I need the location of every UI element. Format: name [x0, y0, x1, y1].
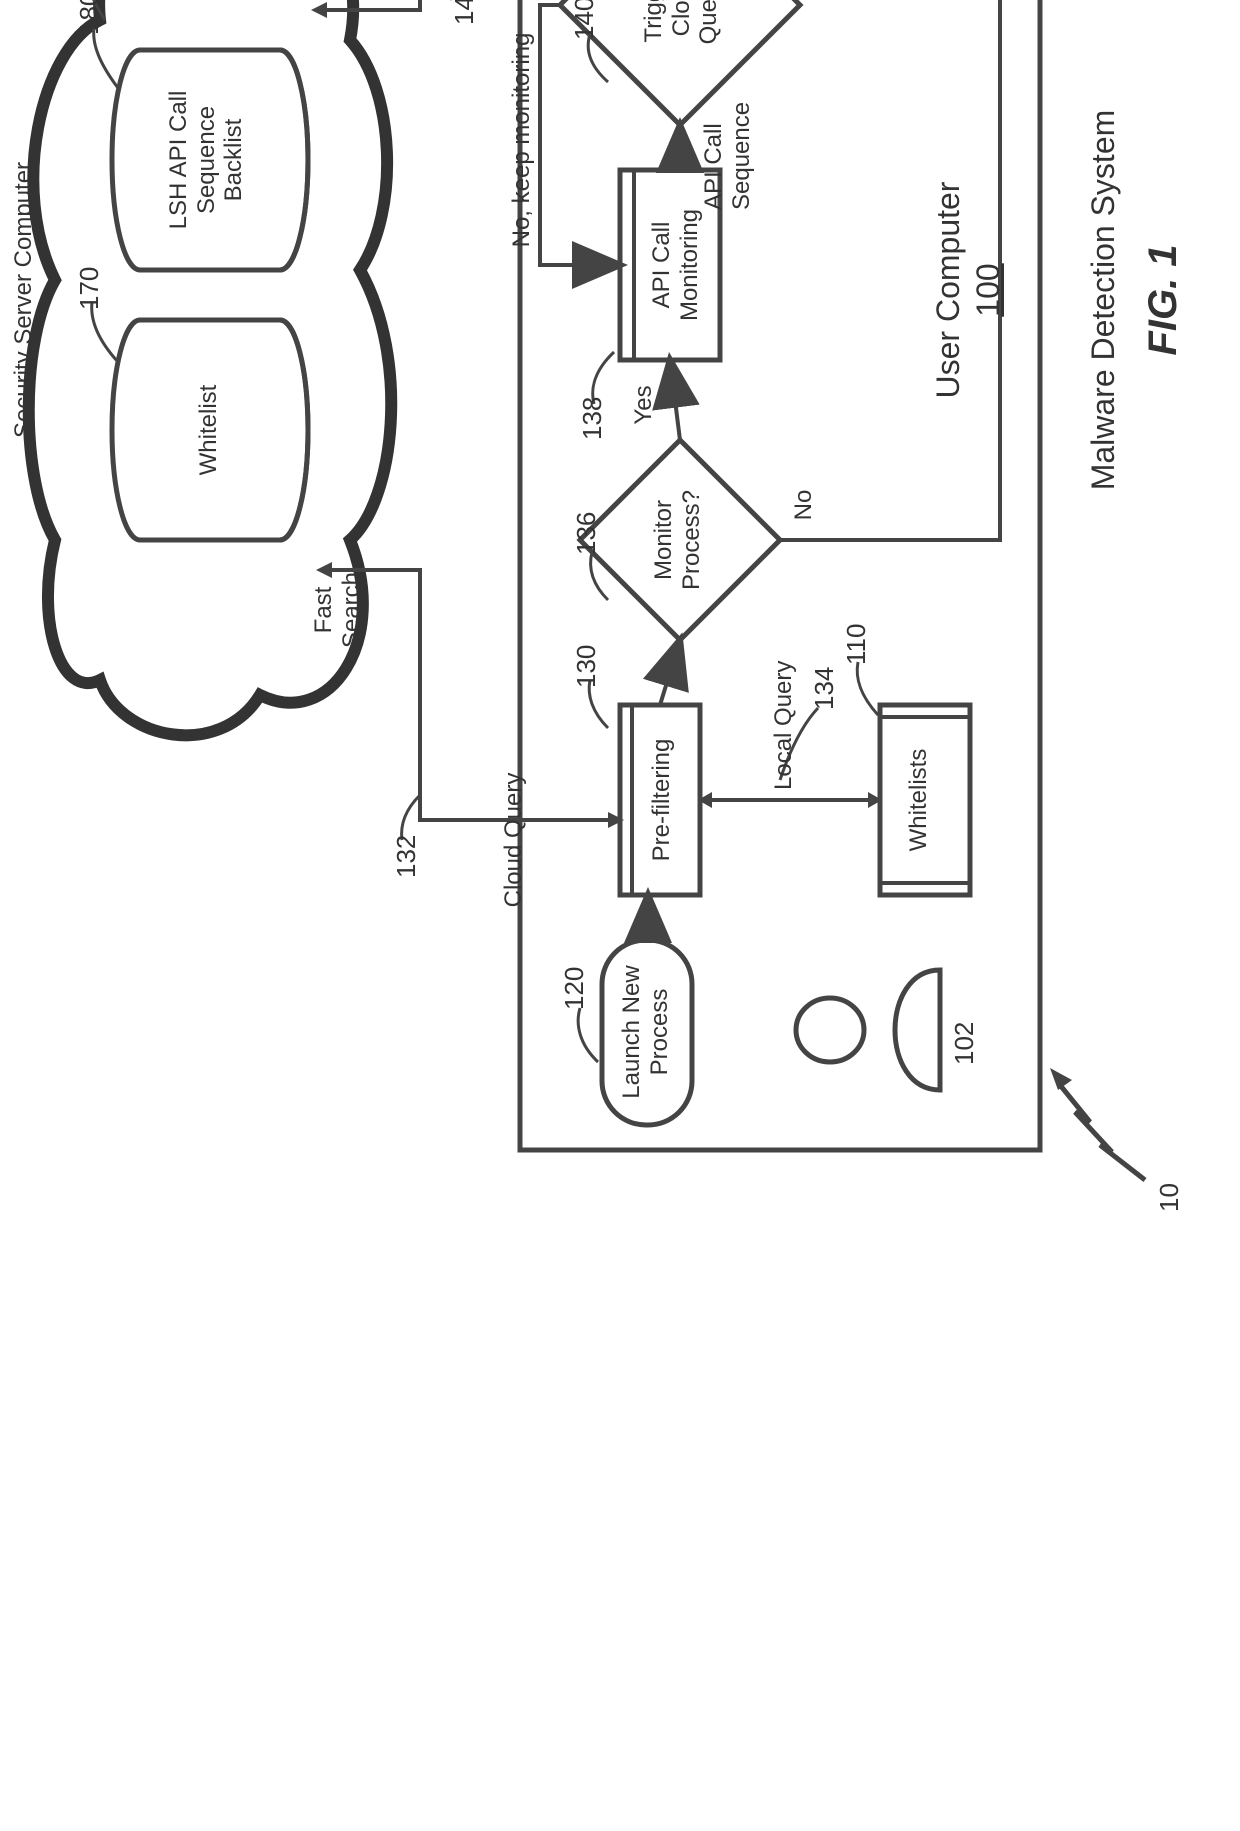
- api-seq: API Call Sequence: [700, 80, 755, 210]
- cloud-query-left-ref: 132: [392, 835, 422, 878]
- monitor-label: Monitor Process?: [650, 470, 705, 610]
- local-query: Local Query: [770, 640, 798, 790]
- user-ref: 102: [950, 1022, 980, 1065]
- figure-title: Malware Detection System: [1085, 60, 1122, 540]
- monitor-no: No: [790, 480, 818, 530]
- blacklist-ref: 180: [75, 0, 105, 35]
- local-query-ref: 134: [810, 667, 840, 710]
- monitor-ref: 136: [572, 512, 602, 555]
- whitelists-label: Whitelists: [905, 715, 933, 885]
- diagram-canvas: Security Server Computer 160 Whitelist 1…: [0, 0, 1240, 1240]
- cloud-query-left: Cloud Query: [500, 760, 528, 920]
- figure-number: FIG. 1: [1140, 180, 1186, 420]
- user-box-title: User Computer: [930, 140, 967, 440]
- system-ref: 10: [1155, 1183, 1185, 1212]
- blacklist-label: LSH API Call Sequence Backlist: [165, 65, 248, 255]
- prefilter-ref: 130: [572, 645, 602, 688]
- trigger-label: Trigger Cloud Query?: [640, 0, 723, 70]
- whitelists-ref: 110: [842, 624, 872, 665]
- api-mon-label: API Call Monitoring: [648, 178, 703, 352]
- api-mon-ref: 138: [578, 397, 608, 440]
- trigger-ref: 140: [570, 0, 600, 40]
- prefilter-label: Pre-filtering: [648, 712, 676, 888]
- fast-search-left: Fast Search: [310, 565, 365, 655]
- whitelist-label: Whitelist: [195, 360, 223, 500]
- cloud-query-right-ref: 144: [450, 0, 480, 25]
- whitelist-ref: 170: [75, 267, 105, 310]
- monitor-yes: Yes: [630, 375, 658, 435]
- user-icon: [796, 970, 940, 1090]
- launch-ref: 120: [560, 967, 590, 1010]
- trigger-no: No, keep monitoring: [508, 0, 536, 280]
- cloud-title: Security Server Computer: [10, 90, 38, 510]
- system-ref-arrow: [1060, 1085, 1145, 1180]
- launch-label: Launch New Process: [618, 946, 673, 1118]
- fast-search-right: Fast Search: [310, 0, 365, 5]
- user-box-ref: 100: [970, 210, 1007, 370]
